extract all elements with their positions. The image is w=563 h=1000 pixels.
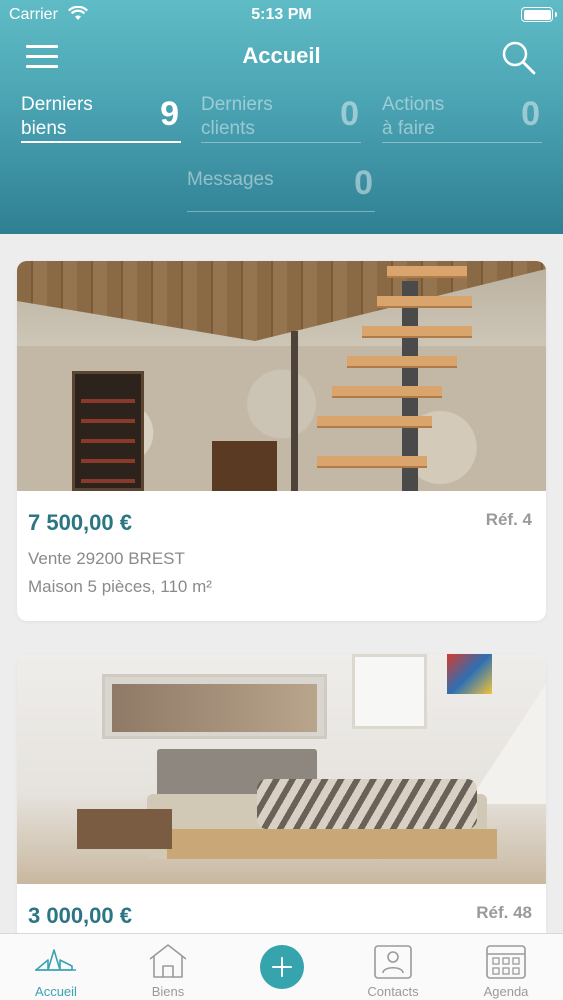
property-photo [17, 654, 546, 884]
stat-label: Derniers biens [21, 94, 93, 139]
property-photo [17, 261, 546, 491]
add-button[interactable] [260, 945, 304, 989]
tab-label: Accueil [35, 984, 77, 999]
tab-accueil[interactable]: Accueil [0, 934, 112, 1000]
page-title: Accueil [242, 43, 321, 68]
stat-label: Derniers clients [201, 94, 273, 139]
property-description: Maison 5 pièces, 110 m² [28, 577, 212, 596]
search-icon[interactable] [501, 40, 537, 76]
stat-count: 9 [160, 95, 179, 133]
stat-messages[interactable]: Messages 0 [187, 162, 375, 212]
stat-derniers-biens[interactable]: Derniers biens 9 [21, 93, 181, 143]
calendar-icon [486, 945, 526, 979]
header: Carrier 5:13 PM Accueil Derniers biens 9… [0, 0, 563, 234]
status-time: 5:13 PM [251, 6, 312, 23]
stat-label: Actions à faire [382, 94, 445, 139]
stat-label: Messages [187, 169, 274, 190]
tab-label: Contacts [367, 984, 419, 999]
property-card[interactable]: 7 500,00 € Réf. 4 Vente 29200 BREST Mais… [17, 261, 546, 621]
tab-label: Biens [151, 984, 185, 999]
tab-contacts[interactable]: Contacts [337, 934, 449, 1000]
property-ref: Réf. 48 [476, 903, 532, 922]
property-card[interactable]: 3 000,00 € Réf. 48 [17, 654, 546, 954]
house-icon [149, 944, 187, 978]
stat-count: 0 [354, 164, 373, 202]
stat-count: 0 [521, 95, 540, 133]
tab-agenda[interactable]: Agenda [450, 934, 562, 1000]
home-buildings-icon [35, 949, 76, 971]
property-transaction: Vente 29200 BREST [28, 549, 185, 568]
status-bar: Carrier 5:13 PM [0, 0, 563, 30]
battery-icon [521, 7, 557, 22]
stat-actions-a-faire[interactable]: Actions à faire 0 [382, 93, 542, 143]
tab-biens[interactable]: Biens [112, 934, 224, 1000]
property-price: 3 000,00 € [28, 903, 132, 928]
contact-card-icon [374, 945, 412, 979]
property-price: 7 500,00 € [28, 510, 132, 535]
tab-label: Agenda [483, 984, 529, 999]
property-ref: Réf. 4 [485, 510, 532, 529]
stat-count: 0 [340, 95, 359, 133]
stat-derniers-clients[interactable]: Derniers clients 0 [201, 93, 361, 143]
